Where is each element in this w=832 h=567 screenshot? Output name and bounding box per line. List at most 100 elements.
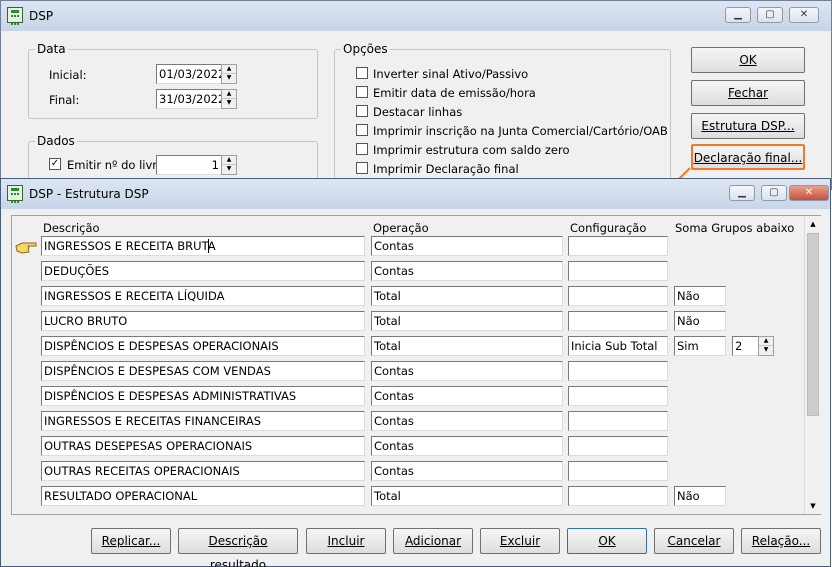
configuracao-cell[interactable]	[568, 261, 668, 281]
spin-down-icon[interactable]: ▼	[222, 99, 236, 108]
spin-down-icon[interactable]: ▼	[222, 165, 236, 174]
configuracao-cell[interactable]	[568, 386, 668, 406]
excluir-button[interactable]: Excluir	[480, 528, 560, 554]
configuracao-cell[interactable]	[568, 286, 668, 306]
incluir-button[interactable]: Incluir	[306, 528, 386, 554]
final-date-spinner[interactable]: ▲ ▼	[221, 89, 237, 109]
soma-cell[interactable]: Sim	[674, 336, 726, 356]
configuracao-cell[interactable]	[568, 486, 668, 506]
pointing-hand-icon	[15, 242, 37, 254]
option-checkbox[interactable]	[356, 105, 368, 117]
grupos-count-field[interactable]: 2	[732, 336, 760, 356]
initial-date-field[interactable]: 01/03/2022	[156, 64, 222, 84]
option-checkbox[interactable]	[356, 143, 368, 155]
close-dialog-button[interactable]: Fechar	[691, 80, 805, 106]
grupos-count-spinner[interactable]: ▲ ▼	[758, 336, 774, 356]
option-label: Emitir data de emissão/hora	[373, 86, 536, 100]
option-label: Imprimir inscrição na Junta Comercial/Ca…	[373, 124, 668, 138]
operacao-cell[interactable]: Contas	[371, 386, 563, 406]
dsp-titlebar[interactable]: DSP ▁ ▢ ✕	[1, 1, 831, 31]
estrutura-window-title: DSP - Estrutura DSP	[29, 187, 149, 201]
book-number-spinner[interactable]: ▲ ▼	[221, 155, 237, 175]
soma-cell[interactable]: Não	[674, 311, 726, 331]
configuracao-cell[interactable]	[568, 411, 668, 431]
configuracao-cell[interactable]	[568, 236, 668, 256]
configuracao-cell[interactable]	[568, 361, 668, 381]
descricao-cell[interactable]: INGRESSOS E RECEITA BRUTA	[41, 236, 365, 256]
configuracao-cell[interactable]: Inicia Sub Total	[568, 336, 668, 356]
operacao-cell[interactable]: Contas	[371, 361, 563, 381]
relacao-button[interactable]: Relação...	[741, 528, 821, 554]
operacao-cell[interactable]: Total	[371, 486, 563, 506]
operacao-cell[interactable]: Contas	[371, 236, 563, 256]
spin-down-icon[interactable]: ▼	[222, 74, 236, 83]
col-header-configuracao: Configuração	[570, 221, 647, 235]
descricao-cell[interactable]: RESULTADO OPERACIONAL	[41, 486, 365, 506]
replicar-button[interactable]: Replicar...	[91, 528, 171, 554]
col-header-operacao: Operação	[373, 221, 429, 235]
scroll-up-icon[interactable]: ▲	[805, 216, 821, 232]
descricao-cell[interactable]: DISPÊNCIOS E DESPESAS COM VENDAS	[41, 361, 365, 381]
option-checkbox[interactable]	[356, 86, 368, 98]
spin-up-icon[interactable]: ▲	[222, 90, 236, 99]
configuracao-cell[interactable]	[568, 436, 668, 456]
spin-up-icon[interactable]: ▲	[222, 156, 236, 165]
option-label: Imprimir estrutura com saldo zero	[373, 143, 570, 157]
option-checkbox[interactable]	[356, 67, 368, 79]
option-label: Imprimir Declaração final	[373, 162, 519, 176]
structure-dsp-button[interactable]: Estrutura DSP...	[691, 113, 805, 139]
text-cursor	[208, 239, 209, 253]
operacao-cell[interactable]: Contas	[371, 261, 563, 281]
operacao-cell[interactable]: Total	[371, 336, 563, 356]
emit-book-number-label: Emitir nº do livro:	[67, 158, 168, 172]
operacao-cell[interactable]: Contas	[371, 411, 563, 431]
close-button[interactable]: ✕	[789, 7, 819, 23]
initial-date-spinner[interactable]: ▲ ▼	[221, 64, 237, 84]
close-button[interactable]: ✕	[789, 185, 829, 201]
option-label: Destacar linhas	[373, 105, 463, 119]
operacao-cell[interactable]: Total	[371, 286, 563, 306]
col-header-soma: Soma Grupos abaixo	[675, 221, 795, 235]
descricao-cell[interactable]: LUCRO BRUTO	[41, 311, 365, 331]
book-number-field[interactable]: 1	[156, 155, 222, 175]
scroll-down-icon[interactable]: ▼	[805, 498, 821, 514]
final-declaration-button[interactable]: Declaração final...	[691, 144, 805, 170]
descricao-cell[interactable]: OUTRAS RECEITAS OPERACIONAIS	[41, 461, 365, 481]
dsp-window-title: DSP	[29, 9, 54, 23]
soma-cell[interactable]: Não	[674, 286, 726, 306]
configuracao-cell[interactable]	[568, 311, 668, 331]
operacao-cell[interactable]: Contas	[371, 461, 563, 481]
spin-down-icon[interactable]: ▼	[759, 346, 773, 355]
calculator-icon	[7, 7, 23, 25]
vertical-scrollbar[interactable]: ▲ ▼	[804, 216, 821, 514]
descricao-cell[interactable]: DISPÊNCIOS E DESPESAS OPERACIONAIS	[41, 336, 365, 356]
soma-cell[interactable]: Não	[674, 486, 726, 506]
operacao-cell[interactable]: Total	[371, 311, 563, 331]
spin-up-icon[interactable]: ▲	[759, 337, 773, 346]
estrutura-titlebar[interactable]: DSP - Estrutura DSP ▁ ▢ ✕	[1, 179, 830, 209]
structure-grid: Descrição Operação Configuração Soma Gru…	[11, 215, 821, 515]
maximize-button[interactable]: ▢	[757, 7, 783, 23]
operacao-cell[interactable]: Contas	[371, 436, 563, 456]
cancelar-button[interactable]: Cancelar	[654, 528, 734, 554]
minimize-button[interactable]: ▁	[729, 185, 755, 201]
descricao-cell[interactable]: DEDUÇÕES	[41, 261, 365, 281]
ok-button[interactable]: OK	[567, 528, 647, 554]
emit-book-number-checkbox[interactable]: ✓	[49, 158, 61, 170]
minimize-button[interactable]: ▁	[725, 7, 751, 23]
scroll-thumb[interactable]	[807, 233, 819, 416]
spin-up-icon[interactable]: ▲	[222, 65, 236, 74]
option-checkbox[interactable]	[356, 124, 368, 136]
descricao-cell[interactable]: DISPÊNCIOS E DESPESAS ADMINISTRATIVAS	[41, 386, 365, 406]
descricao-resultado-button[interactable]: Descrição resultado	[178, 528, 298, 567]
ok-button[interactable]: OK	[691, 47, 805, 73]
option-checkbox[interactable]	[356, 162, 368, 174]
configuracao-cell[interactable]	[568, 461, 668, 481]
adicionar-button[interactable]: Adicionar	[393, 528, 473, 554]
descricao-cell[interactable]: OUTRAS DESEPESAS OPERACIONAIS	[41, 436, 365, 456]
descricao-cell[interactable]: INGRESSOS E RECEITAS FINANCEIRAS	[41, 411, 365, 431]
descricao-cell[interactable]: INGRESSOS E RECEITA LÍQUIDA	[41, 286, 365, 306]
maximize-button[interactable]: ▢	[761, 185, 787, 201]
options-group-title: Opções	[341, 42, 390, 56]
final-date-field[interactable]: 31/03/2022	[156, 89, 222, 109]
